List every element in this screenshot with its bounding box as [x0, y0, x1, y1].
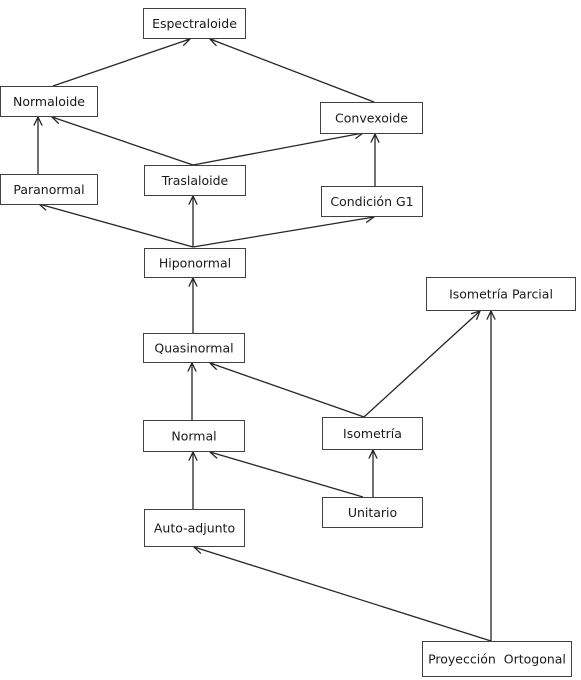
- node-proyeccion-ortogonal: Proyección Ortogonal: [422, 641, 572, 677]
- node-paranormal: Paranormal: [0, 174, 98, 205]
- edge-traslaloide-to-convexoide: [192, 130, 364, 166]
- node-label: Paranormal: [13, 182, 84, 197]
- edge-line: [51, 116, 194, 166]
- node-label: Espectraloide: [152, 16, 237, 31]
- edge-isometria-to-isometria-parcial: [363, 310, 481, 418]
- edge-proyeccion-ortogonal-to-isometria-parcial: [486, 310, 496, 641]
- node-label: Traslaloide: [161, 173, 229, 188]
- node-normaloide: Normaloide: [0, 86, 98, 117]
- edge-hiponormal-to-traslaloide: [188, 195, 198, 247]
- node-label: Hiponormal: [159, 256, 231, 271]
- node-label: Auto-adjunto: [154, 521, 235, 536]
- node-label: Quasinormal: [154, 341, 233, 356]
- node-convexoide: Convexoide: [320, 102, 423, 134]
- edge-normal-to-quasinormal: [187, 362, 197, 420]
- node-label: Unitario: [348, 505, 397, 520]
- node-label: Condición G1: [330, 194, 413, 209]
- edge-unitario-to-normal: [209, 449, 364, 498]
- node-isometria-parcial: Isometría Parcial: [426, 277, 576, 311]
- node-hiponormal: Hiponormal: [144, 248, 246, 278]
- edge-unitario-to-isometria: [368, 449, 378, 497]
- node-normal: Normal: [143, 420, 245, 452]
- edge-quasinormal-to-hiponormal: [188, 277, 198, 333]
- edge-line: [38, 203, 194, 248]
- edge-line: [193, 546, 492, 642]
- edge-isometria-to-quasinormal: [209, 361, 365, 418]
- edge-traslaloide-to-normaloide: [51, 115, 194, 166]
- node-label: Isometría: [343, 426, 402, 441]
- edge-hiponormal-to-condicion-g1: [192, 213, 375, 248]
- edge-normaloide-to-espectraloide: [52, 37, 191, 87]
- edge-paranormal-to-normaloide: [33, 116, 43, 174]
- edge-line: [209, 362, 365, 418]
- edge-line: [52, 38, 191, 87]
- node-unitario: Unitario: [322, 497, 423, 528]
- node-label: Proyección Ortogonal: [428, 652, 566, 667]
- node-auto-adjunto: Auto-adjunto: [144, 509, 245, 547]
- edge-proyeccion-ortogonal-to-auto-adjunto: [193, 545, 492, 642]
- node-label: Convexoide: [335, 111, 408, 126]
- node-label: Normal: [171, 429, 216, 444]
- edge-convexoide-to-espectraloide: [209, 37, 375, 103]
- node-espectraloide: Espectraloide: [143, 8, 246, 39]
- node-condicion-g1: Condición G1: [321, 186, 423, 217]
- edge-line: [192, 216, 375, 248]
- node-label: Normaloide: [13, 94, 85, 109]
- edge-line: [363, 310, 481, 418]
- edge-line: [209, 451, 364, 498]
- node-quasinormal: Quasinormal: [143, 333, 245, 363]
- node-traslaloide: Traslaloide: [144, 165, 246, 196]
- edges-layer: [33, 37, 496, 642]
- edge-auto-adjunto-to-normal: [188, 451, 198, 509]
- node-label: Isometría Parcial: [449, 287, 553, 302]
- edge-line: [209, 38, 375, 103]
- edge-condicion-g1-to-convexoide: [370, 133, 380, 186]
- operator-class-diagram: Espectraloide Normaloide Convexoide Paranor…: [0, 8, 576, 677]
- edge-hiponormal-to-paranormal: [38, 201, 194, 248]
- edge-line: [192, 132, 364, 166]
- node-isometria: Isometría: [322, 417, 423, 450]
